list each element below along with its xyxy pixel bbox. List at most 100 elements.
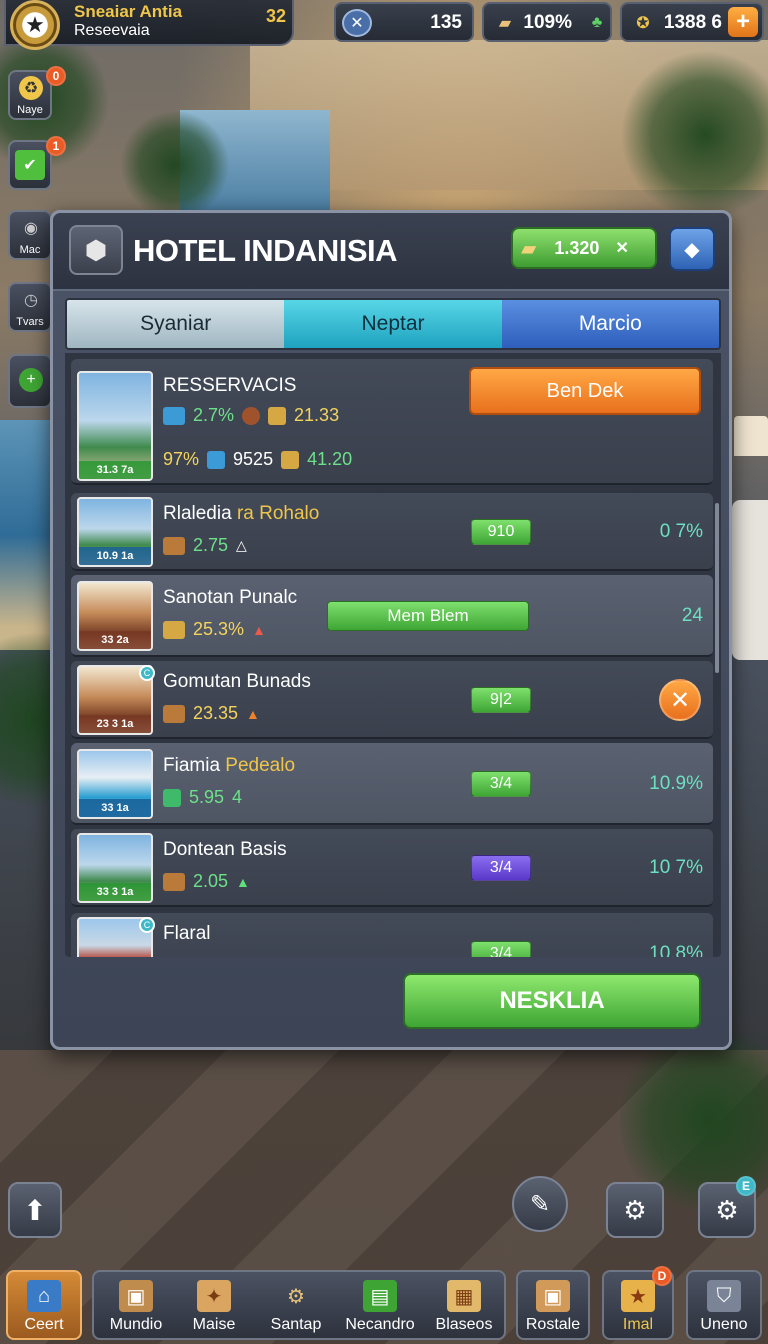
list-item[interactable]: 33 2a Sanotan Punalc 25.3% ▲ Mem Blem 24 [71, 575, 713, 657]
nav-item-imal[interactable]: ★ Imal D [602, 1266, 674, 1340]
edit-button[interactable]: ✎ [512, 1176, 568, 1232]
checkmark-icon: ✔ [15, 150, 45, 180]
rating-pill: 910 [471, 519, 531, 545]
list-item[interactable]: 31.3 7a RESSERVACIS 2.7% 21.33 97% 9525 … [71, 359, 713, 485]
rating-pill: 3/4 [471, 941, 531, 957]
new-badge-icon: C [139, 665, 155, 681]
hotel-stats: 25.3% ▲ [163, 619, 266, 640]
coin-stack-icon [281, 450, 300, 469]
nav-label: Necandro [345, 1316, 415, 1333]
occupancy-value: 10.9% [649, 773, 703, 794]
box-icon: ▣ [536, 1280, 570, 1312]
list-scrollbar[interactable] [715, 503, 719, 673]
stat-value: 2.7% [193, 405, 235, 425]
settings-button[interactable]: ⚙ [606, 1182, 664, 1238]
cash-resource[interactable]: ▰ 109% ♣ [482, 2, 612, 42]
map-icon: ✦ [197, 1280, 231, 1312]
nav-label: Blaseos [435, 1316, 493, 1333]
nav-label: Rostale [525, 1316, 581, 1333]
clock-icon: ✕ [342, 9, 372, 37]
close-icon: ✕ [669, 686, 691, 714]
hotel-list[interactable]: 31.3 7a RESSERVACIS 2.7% 21.33 97% 9525 … [65, 353, 721, 957]
hotel-name: Sanotan Punalc [163, 587, 298, 608]
nav-item-rostale[interactable]: ▣ Rostale [516, 1270, 590, 1340]
gold-resource[interactable]: ✪ 1388 6 + [620, 2, 764, 42]
nav-item-necandro[interactable]: ▤ Necandro [340, 1272, 420, 1338]
green-book-icon: ▤ [363, 1280, 397, 1312]
warning-icon: ▲ [252, 621, 266, 638]
manage-button[interactable]: Mem Blem [327, 601, 529, 631]
warning-icon: ▲ [246, 705, 260, 722]
nav-item-blaseos[interactable]: ▦ Blaseos [424, 1272, 504, 1338]
nav-item-ceert[interactable]: ⌂ Ceert [6, 1270, 82, 1340]
stat-value: 4 [232, 787, 243, 807]
player-name: Sneaiar Antia [74, 2, 183, 21]
stat-value: 9525 [233, 449, 274, 469]
side-button-tvars[interactable]: ◷ Tvars [8, 282, 52, 332]
hotel-thumbnail: 31.3 7a [77, 371, 153, 481]
notification-badge: 1 [46, 136, 66, 156]
tab-marcio[interactable]: Marcio [501, 300, 719, 348]
stat-value: 5.95 [189, 787, 225, 807]
settings-alt-button[interactable]: ⚙ E [698, 1176, 756, 1238]
nav-item-uneno[interactable]: ⛉ Uneno [686, 1270, 762, 1340]
tab-syaniar[interactable]: Syaniar [67, 300, 285, 348]
stat-value: 25.3% [193, 619, 245, 639]
close-x-icon: ✕ [615, 240, 629, 257]
nav-label: Uneno [700, 1316, 748, 1333]
up-arrow-icon: ⬆ [23, 1194, 47, 1226]
coin-icon [242, 406, 261, 425]
warning-icon: △ [236, 537, 247, 553]
occupancy-value: 10 7% [649, 857, 703, 878]
list-item[interactable]: 10.9 1a Rlaledia ra Rohalo 2.75 △ 910 0 … [71, 493, 713, 571]
stat-value: 2.05 [193, 871, 229, 891]
nav-item-maise[interactable]: ✦ Maise [178, 1272, 250, 1338]
list-item[interactable]: 33 1a Fiamia Pedealo 5.95 4 3/4 10.9% [71, 743, 713, 825]
nav-item-santap[interactable]: ⚙ Santap [256, 1272, 336, 1338]
notification-badge: E [736, 1176, 756, 1196]
plus-circle-icon: + [19, 368, 43, 392]
hotel-name: Flaral [163, 923, 211, 944]
side-button-naye[interactable]: ♻ Naye 0 [8, 66, 66, 120]
player-profile[interactable]: ★ Sneaiar Antia Resеevaia 32 [4, 0, 294, 50]
tab-neptar[interactable]: Neptar [284, 300, 502, 348]
add-gold-button[interactable]: + [728, 7, 758, 37]
hotel-thumbnail: 33 1a [77, 749, 153, 819]
book-button[interactable]: Ben Dek [469, 367, 701, 415]
notification-badge: D [652, 1266, 672, 1286]
side-button-label: Mac [19, 244, 41, 256]
side-button-check[interactable]: ✔ 1 [8, 136, 66, 190]
timer-value: 135 [430, 12, 462, 33]
nav-item-mundio[interactable]: ▣ Mundio [100, 1272, 172, 1338]
remove-button[interactable]: ✕ [659, 679, 701, 721]
wrench-gear-icon: ⚙ [287, 1285, 305, 1308]
stat-value: 23.35 [193, 703, 239, 723]
hotel-stats: 23.35 ▲ [163, 703, 260, 724]
hotel-name: Rlaledia ra Rohalo [163, 503, 319, 525]
gem-button[interactable]: ◆ [669, 227, 715, 271]
hotel-dialog: ⬢ HOTEL INDANISIA ▰ 1.320 ✕ ◆ Syaniar Ne… [50, 210, 732, 1050]
side-button-toggle[interactable]: + [8, 354, 52, 408]
dialog-cash-pill[interactable]: ▰ 1.320 ✕ [511, 227, 657, 269]
confirm-button[interactable]: NESKLIA [403, 973, 701, 1029]
list-item[interactable]: C Flaral 3/4 10.8% [71, 913, 713, 957]
hotel-stats: 5.95 4 [163, 787, 242, 808]
list-item[interactable]: 23 3 1a C Gomutan Bunads 23.35 ▲ 9|2 ✕ [71, 661, 713, 739]
up-arrow-button[interactable]: ⬆ [8, 1182, 62, 1238]
gold-badge-icon: ✪ [636, 15, 650, 32]
player-avatar[interactable]: ★ [10, 0, 60, 50]
star-map-icon: ★ [621, 1280, 655, 1312]
list-item[interactable]: 33 3 1a Dontean Basis 2.05 ▲ 3/4 10 7% [71, 829, 713, 907]
hotel-name: RESSERVACIS [163, 375, 297, 396]
side-button-mac[interactable]: ◉ Mac [8, 210, 52, 260]
cash-stack-icon: ▰ [521, 237, 537, 260]
shield-icon: ⛉ [707, 1280, 741, 1312]
timer-resource[interactable]: ✕ 135 [334, 2, 474, 42]
barrel-icon [207, 450, 226, 469]
hotel-thumbnail: 33 3 1a [77, 833, 153, 903]
gear-icon: ⚙ [715, 1194, 739, 1225]
nav-label: Santap [270, 1316, 322, 1333]
hotel-stats: 97% 9525 41.20 [163, 449, 352, 470]
recycle-icon: ♻ [19, 76, 43, 100]
nav-label: Ceert [24, 1316, 64, 1333]
